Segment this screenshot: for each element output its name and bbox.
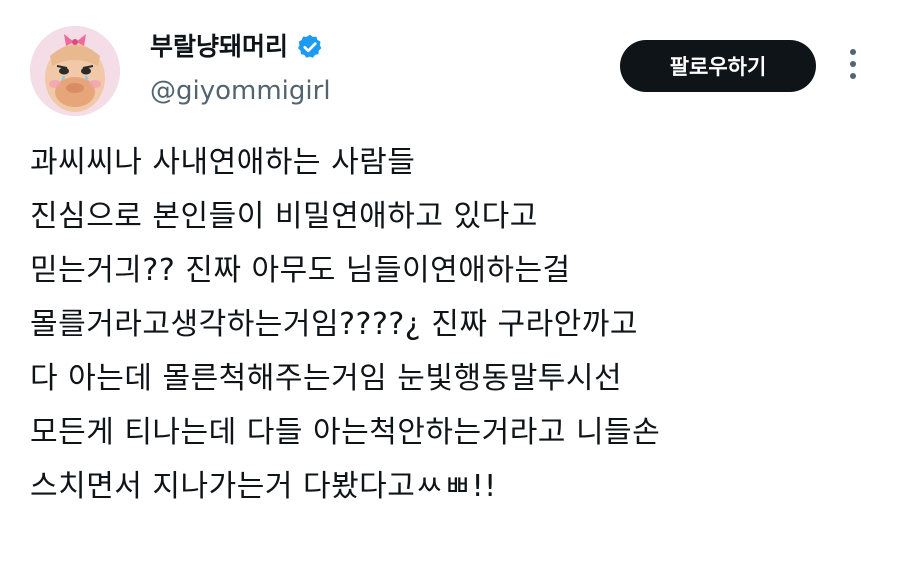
avatar[interactable] <box>30 26 120 116</box>
tweet-text-line: 다 아는데 몰른척해주는거임 눈빛행동말투시선 <box>30 361 623 396</box>
verified-badge-icon <box>297 34 322 58</box>
avatar-character-icon <box>30 26 120 116</box>
tweet-header: 부랄냥돼머리 @giyommigirl 팔로우하기 <box>0 0 900 130</box>
name-row: 부랄냥돼머리 <box>150 32 324 62</box>
tweet-text-line: 몰를거라고생각하는거임????¿ 진짜 구라안까고 <box>30 307 638 342</box>
user-handle[interactable]: @giyommigirl <box>150 75 331 107</box>
tweet-text-line: 모든게 티나는데 다들 아는척안하는거라고 니들손 <box>30 415 661 450</box>
more-vertical-icon <box>850 49 856 79</box>
tweet-text: 과씨씨나 사내연애하는 사람들 진심으로 본인들이 비밀연애하고 있다고 믿는거… <box>30 136 890 514</box>
tweet-text-line: 스치면서 지나가는거 다봤다고ㅆㅃ!! <box>30 469 497 504</box>
more-options-button[interactable] <box>838 44 868 84</box>
tweet-text-line: 과씨씨나 사내연애하는 사람들 <box>30 145 416 180</box>
tweet-text-line: 믿는거긔?? 진짜 아무도 님들이연애하는걸 <box>30 253 571 288</box>
tweet-text-line: 진심으로 본인들이 비밀연애하고 있다고 <box>30 199 538 234</box>
display-name[interactable]: 부랄냥돼머리 <box>150 32 288 62</box>
follow-button[interactable]: 팔로우하기 <box>620 40 816 92</box>
